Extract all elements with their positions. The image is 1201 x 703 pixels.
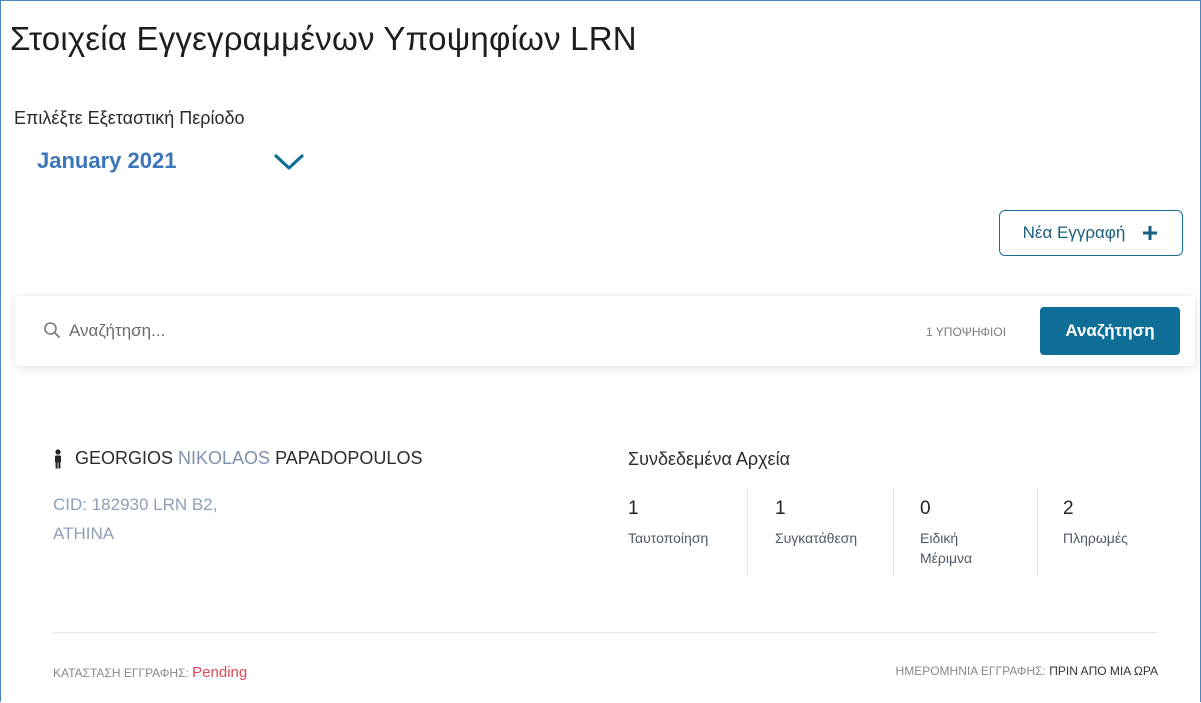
file-label: Ειδική Μέριμνα bbox=[920, 530, 973, 566]
linked-files-title: Συνδεδεμένα Αρχεία bbox=[628, 449, 790, 469]
date-label: ΗΜΕΡΟΜΗΝΙΑ ΕΓΓΡΑΦΗΣ: bbox=[895, 664, 1046, 678]
registration-date: ΗΜΕΡΟΜΗΝΙΑ ΕΓΓΡΑΦΗΣ: ΠΡΙΝ ΑΠΟ ΜΙΑ ΩΡΑ bbox=[896, 664, 1158, 678]
candidate-details: CID: 182930 LRN B2, ATHINA bbox=[53, 490, 217, 548]
new-registration-label: Νέα Εγγραφή bbox=[1022, 223, 1126, 242]
registration-status: ΚΑΤΑΣΤΑΣΗ ΕΓΓΡΑΦΗΣ: Pending bbox=[53, 664, 247, 681]
file-stat-payments[interactable]: 2 Πληρωμές bbox=[1063, 498, 1173, 548]
results-count: 1 ΥΠΟΨΗΦΙΟΙ bbox=[926, 325, 1007, 339]
search-button[interactable]: Αναζήτηση bbox=[1040, 307, 1180, 355]
file-count: 0 bbox=[920, 498, 931, 519]
candidate-name[interactable]: GEORGIOS NIKOLAOS PAPADOPOULOS bbox=[53, 448, 422, 469]
date-value: ΠΡΙΝ ΑΠΟ ΜΙΑ ΩΡΑ bbox=[1049, 664, 1158, 678]
file-count: 2 bbox=[1063, 498, 1074, 519]
file-label: Συγκατάθεση bbox=[775, 530, 858, 546]
stat-divider bbox=[893, 488, 894, 576]
status-badge: Pending bbox=[192, 664, 248, 681]
plus-icon bbox=[1143, 226, 1158, 240]
candidate-cid: CID: 182930 LRN B2, bbox=[53, 495, 218, 514]
file-count: 1 bbox=[628, 498, 639, 519]
search-icon bbox=[44, 322, 60, 338]
new-registration-button[interactable]: Νέα Εγγραφή bbox=[999, 210, 1183, 256]
chevron-down-icon[interactable] bbox=[273, 152, 305, 172]
file-label: Πληρωμές bbox=[1063, 530, 1128, 546]
status-label: ΚΑΤΑΣΤΑΣΗ ΕΓΓΡΑΦΗΣ: bbox=[53, 666, 189, 680]
file-count: 1 bbox=[775, 498, 786, 519]
file-stat-consent[interactable]: 1 Συγκατάθεση bbox=[775, 498, 885, 548]
page-title: Στοιχεία Εγγεγραμμένων Υποψηφίων LRN bbox=[10, 20, 637, 57]
divider bbox=[53, 632, 1158, 633]
person-icon bbox=[55, 448, 61, 468]
candidate-city: ATHINA bbox=[53, 524, 115, 543]
file-stat-identification[interactable]: 1 Ταυτοποίηση bbox=[628, 498, 738, 548]
candidate-last-name: PAPADOPOULOS bbox=[275, 448, 423, 468]
search-input[interactable] bbox=[69, 318, 669, 344]
candidate-first-name: GEORGIOS bbox=[75, 448, 174, 468]
file-stat-special-care[interactable]: 0 Ειδική Μέριμνα bbox=[920, 498, 990, 568]
stat-divider bbox=[747, 488, 748, 576]
candidate-middle-name: NIKOLAOS bbox=[178, 448, 271, 468]
period-label: Επιλέξτε Εξεταστική Περίοδο bbox=[14, 108, 245, 128]
file-label: Ταυτοποίηση bbox=[628, 530, 709, 546]
search-bar: 1 ΥΠΟΨΗΦΙΟΙ Αναζήτηση bbox=[15, 296, 1195, 366]
period-value: January 2021 bbox=[37, 148, 177, 173]
period-select[interactable]: January 2021 bbox=[37, 148, 304, 174]
stat-divider bbox=[1037, 488, 1038, 576]
